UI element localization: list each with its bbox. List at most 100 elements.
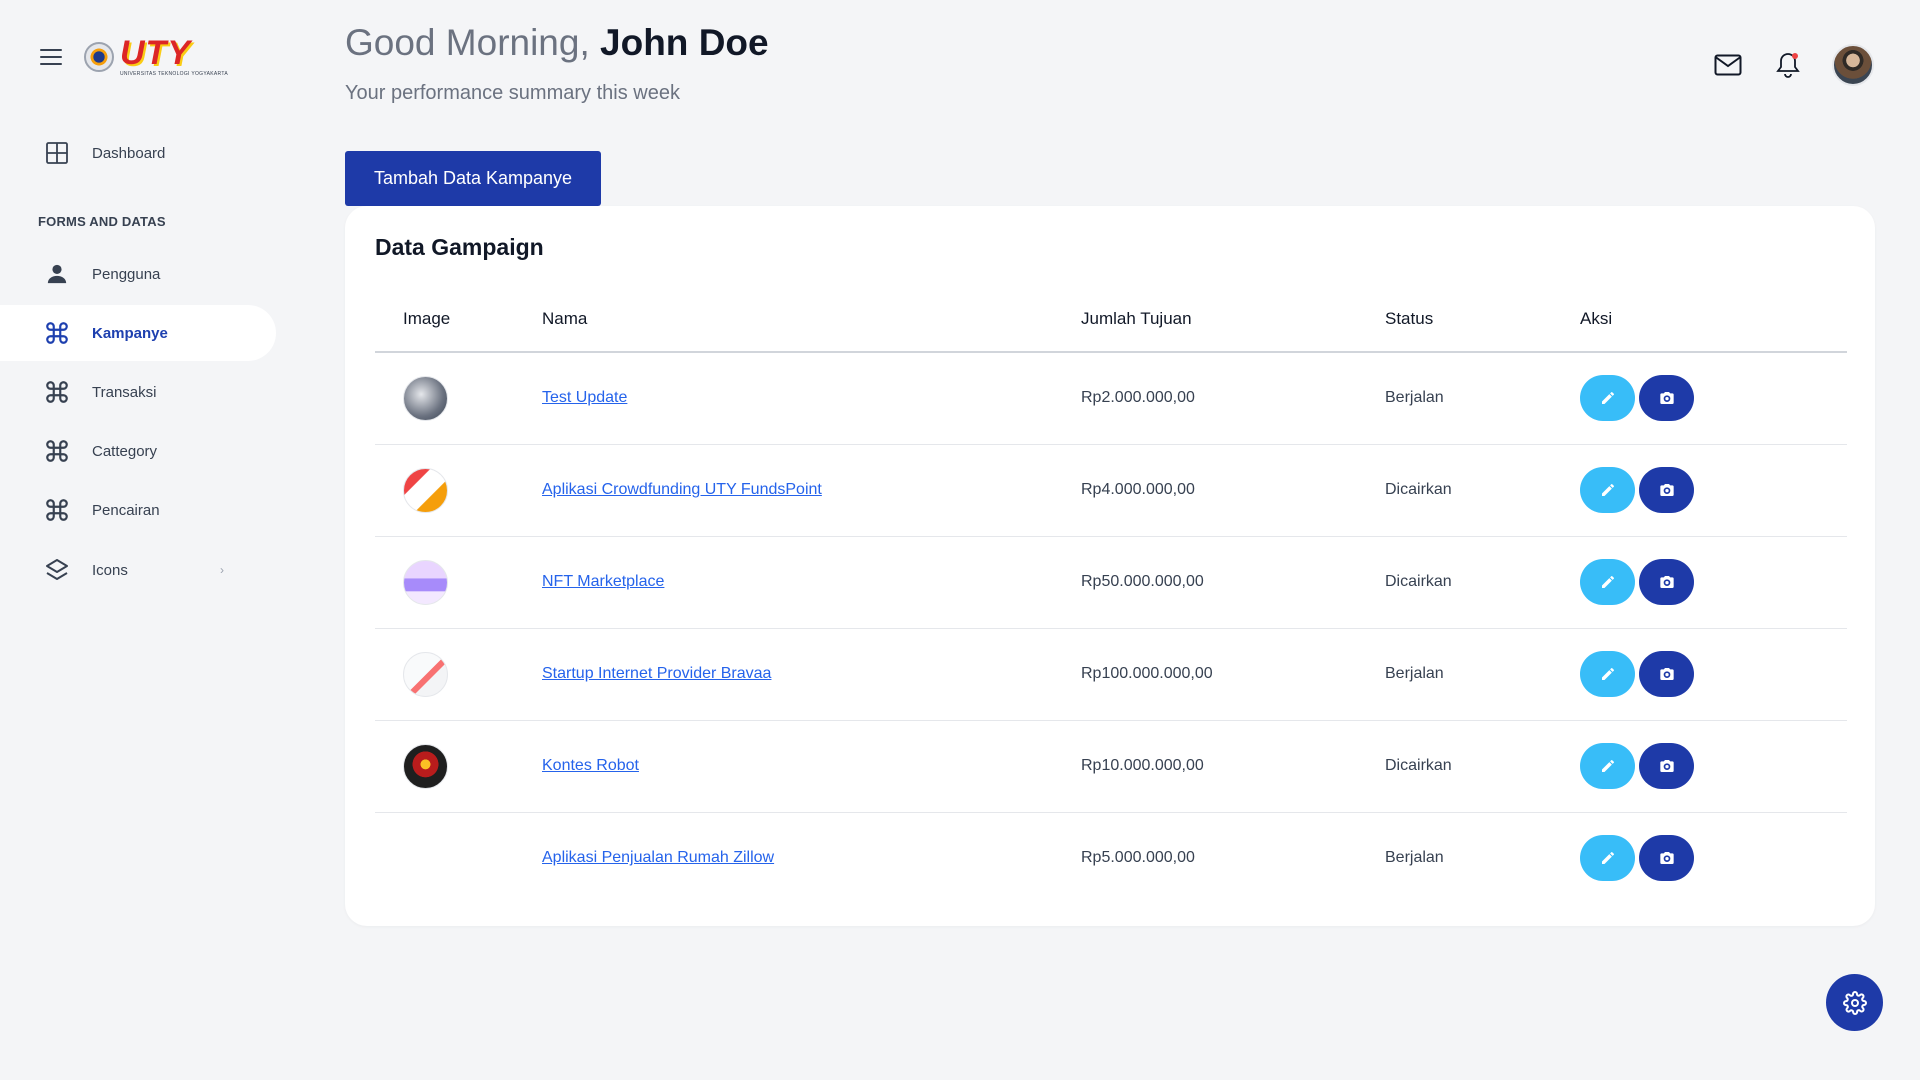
sidebar-item-transaksi[interactable]: Transaksi bbox=[0, 364, 276, 420]
camera-icon bbox=[1659, 392, 1674, 405]
table-row: Test Update Rp2.000.000,00 Berjalan bbox=[375, 352, 1847, 445]
campaign-name-link[interactable]: Kontes Robot bbox=[542, 757, 639, 774]
campaign-target: Rp10.000.000,00 bbox=[1081, 720, 1385, 813]
table-row: Aplikasi Crowdfunding UTY FundsPoint Rp4… bbox=[375, 444, 1847, 537]
add-campaign-button[interactable]: Tambah Data Kampanye bbox=[345, 151, 601, 206]
edit-button[interactable] bbox=[1580, 743, 1635, 789]
camera-icon bbox=[1659, 576, 1674, 588]
app-root: UTY UNIVERSITAS TEKNOLOGI YOGYAKARTA Das… bbox=[0, 0, 1920, 1080]
logo-word: UTY bbox=[120, 34, 191, 72]
pencil-icon bbox=[1601, 667, 1614, 680]
sidebar-item-dashboard[interactable]: Dashboard bbox=[0, 125, 276, 181]
table-row: Kontes Robot Rp10.000.000,00 Dicairkan bbox=[375, 720, 1847, 813]
column-header-nama: Nama bbox=[542, 286, 1081, 353]
sidebar-item-label: Transaksi bbox=[92, 383, 157, 401]
camera-icon bbox=[1659, 668, 1674, 680]
campaign-name-link[interactable]: Aplikasi Crowdfunding UTY FundsPoint bbox=[542, 481, 822, 498]
command-icon bbox=[44, 438, 70, 464]
camera-icon bbox=[1659, 760, 1674, 772]
sidebar-item-icons[interactable]: Icons › bbox=[0, 542, 276, 598]
table-row: NFT Marketplace Rp50.000.000,00 Dicairka… bbox=[375, 536, 1847, 629]
campaign-target: Rp5.000.000,00 bbox=[1081, 849, 1195, 867]
edit-button[interactable] bbox=[1580, 467, 1635, 513]
brand: UTY UNIVERSITAS TEKNOLOGI YOGYAKARTA bbox=[40, 36, 228, 77]
campaign-name-link[interactable]: Aplikasi Penjualan Rumah Zillow bbox=[542, 849, 774, 866]
sidebar-item-kampanye[interactable]: Kampanye bbox=[0, 305, 276, 361]
menu-toggle-icon[interactable] bbox=[40, 48, 62, 65]
campaign-status: Dicairkan bbox=[1385, 720, 1580, 813]
column-header-aksi: Aksi bbox=[1580, 286, 1847, 353]
upload-image-button[interactable] bbox=[1639, 375, 1694, 422]
command-icon bbox=[44, 320, 70, 346]
campaign-status: Berjalan bbox=[1385, 352, 1580, 445]
avatar[interactable] bbox=[1832, 44, 1874, 86]
gear-icon bbox=[1842, 990, 1867, 1015]
greeting-text: Good Morning, bbox=[345, 22, 590, 63]
sidebar: UTY UNIVERSITAS TEKNOLOGI YOGYAKARTA Das… bbox=[0, 0, 290, 1080]
card-title: Data Gampaign bbox=[375, 234, 544, 260]
pencil-icon bbox=[1601, 575, 1614, 588]
page-subtitle: Your performance summary this week bbox=[345, 82, 680, 104]
user-icon bbox=[44, 261, 70, 287]
edit-button[interactable] bbox=[1580, 375, 1635, 422]
campaign-thumbnail bbox=[403, 375, 448, 421]
sidebar-item-pencairan[interactable]: Pencairan bbox=[0, 482, 276, 538]
pencil-icon bbox=[1601, 483, 1614, 496]
campaign-target: Rp4.000.000,00 bbox=[1081, 444, 1385, 537]
campaign-name-link[interactable]: NFT Marketplace bbox=[542, 573, 664, 590]
campaign-status: Berjalan bbox=[1385, 628, 1580, 721]
section-label: FORMS AND DATAS bbox=[38, 214, 166, 229]
settings-fab[interactable] bbox=[1826, 974, 1883, 1031]
sidebar-item-label: Pencairan bbox=[92, 501, 160, 519]
column-header-image: Image bbox=[375, 286, 542, 353]
pencil-icon bbox=[1601, 759, 1614, 772]
campaign-table: Image Nama Jumlah Tujuan Status Aksi Tes… bbox=[375, 286, 1847, 904]
column-header-jumlah: Jumlah Tujuan bbox=[1081, 286, 1385, 353]
command-icon bbox=[44, 379, 70, 405]
sidebar-item-label: Icons bbox=[92, 561, 128, 579]
upload-image-button[interactable] bbox=[1639, 835, 1694, 882]
university-seal-icon bbox=[84, 41, 114, 72]
campaign-status: Dicairkan bbox=[1385, 536, 1580, 629]
sidebar-item-label: Pengguna bbox=[92, 265, 161, 283]
campaign-name-link[interactable]: Test Update bbox=[542, 389, 627, 406]
pencil-icon bbox=[1601, 392, 1614, 405]
bell-icon[interactable] bbox=[1772, 49, 1804, 81]
edit-button[interactable] bbox=[1580, 651, 1635, 697]
logo-subtitle: UNIVERSITAS TEKNOLOGI YOGYAKARTA bbox=[120, 71, 228, 77]
sidebar-item-pengguna[interactable]: Pengguna bbox=[0, 246, 276, 302]
table-header-row: Image Nama Jumlah Tujuan Status Aksi bbox=[375, 286, 1847, 353]
campaign-target: Rp100.000.000,00 bbox=[1081, 628, 1385, 721]
upload-image-button[interactable] bbox=[1639, 467, 1694, 513]
campaign-status: Berjalan bbox=[1385, 849, 1444, 867]
header-actions bbox=[1712, 44, 1874, 86]
campaign-thumbnail bbox=[403, 651, 448, 697]
sidebar-item-cattegory[interactable]: Cattegory bbox=[0, 423, 276, 479]
upload-image-button[interactable] bbox=[1639, 651, 1694, 697]
campaign-target: Rp2.000.000,00 bbox=[1081, 352, 1385, 445]
campaign-status: Dicairkan bbox=[1385, 444, 1580, 537]
campaign-name-link[interactable]: Startup Internet Provider Bravaa bbox=[542, 665, 771, 682]
layers-icon bbox=[44, 557, 70, 583]
table-row: Aplikasi Penjualan Rumah Zillow Rp5.000.… bbox=[375, 812, 1847, 904]
campaign-target: Rp50.000.000,00 bbox=[1081, 536, 1385, 629]
pencil-icon bbox=[1601, 852, 1614, 865]
column-header-status: Status bbox=[1385, 286, 1580, 353]
upload-image-button[interactable] bbox=[1639, 559, 1694, 605]
notification-dot bbox=[1792, 53, 1798, 59]
command-icon bbox=[44, 497, 70, 523]
edit-button[interactable] bbox=[1580, 835, 1635, 882]
camera-icon bbox=[1659, 484, 1674, 496]
edit-button[interactable] bbox=[1580, 559, 1635, 605]
logo[interactable]: UTY UNIVERSITAS TEKNOLOGI YOGYAKARTA bbox=[84, 36, 228, 77]
chevron-right-icon: › bbox=[220, 563, 224, 577]
upload-image-button[interactable] bbox=[1639, 743, 1694, 789]
mail-icon[interactable] bbox=[1712, 49, 1744, 81]
grid-icon bbox=[44, 140, 70, 166]
sidebar-item-label: Cattegory bbox=[92, 442, 158, 460]
campaign-thumbnail bbox=[403, 559, 448, 605]
sidebar-item-label: Kampanye bbox=[92, 324, 168, 342]
campaign-card: Data Gampaign Image Nama Jumlah Tujuan S… bbox=[345, 206, 1875, 926]
camera-icon bbox=[1659, 852, 1674, 865]
table-row: Startup Internet Provider Bravaa Rp100.0… bbox=[375, 628, 1847, 721]
